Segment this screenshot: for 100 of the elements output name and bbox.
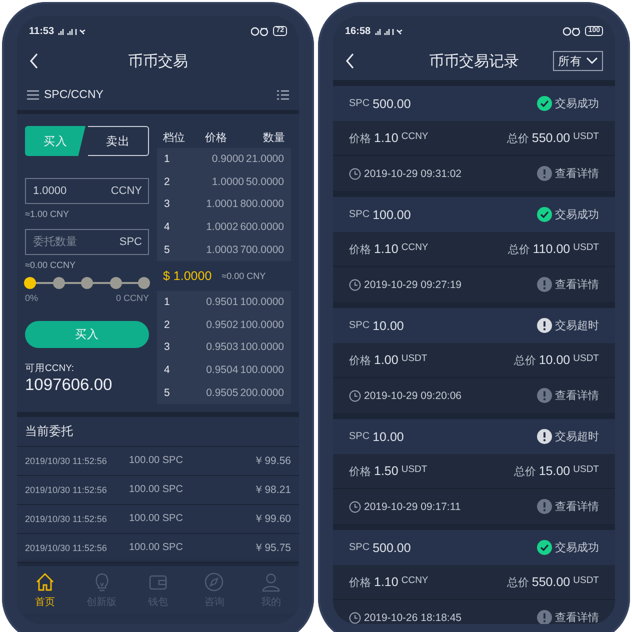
back-icon[interactable] (29, 53, 39, 69)
order-level: 2 (164, 176, 171, 188)
menu-icon[interactable] (27, 90, 39, 100)
order-quantity: 200.0000 (240, 386, 284, 399)
clock-icon (349, 612, 361, 624)
column-header: 价格 (204, 130, 228, 144)
unit-label: CCNY (110, 185, 142, 197)
order-level: 4 (164, 221, 171, 234)
coin-label: SPC (349, 431, 370, 442)
record-card[interactable]: SPC 10.00 交易超时 价格 1.50 USDT 总价 15.00 USDT 2019-10-29 09:17:11 查看详情 (333, 419, 615, 524)
total-unit: USDT (573, 242, 599, 253)
total-label: 总价 (508, 242, 530, 256)
status-label: 交易超时 (555, 318, 599, 333)
order-quantity: 100.0000 (240, 364, 284, 376)
total-label: 总价 (506, 132, 529, 146)
order-level: 3 (164, 198, 171, 210)
order-price: ￥98.21 (254, 482, 291, 497)
order-time: 2019/10/30 11:52:56 (25, 456, 108, 466)
trading-pair[interactable]: SPC/CCNY (44, 89, 104, 101)
order-quantity: 100.0000 (240, 318, 284, 331)
amount-approx: ≈0.00 CCNY (25, 260, 76, 270)
list-icon[interactable] (277, 90, 289, 100)
available-balance: 1097606.00 (25, 376, 114, 395)
last-price: $ 1.0000 (163, 268, 212, 283)
order-price: 0.9504 (205, 364, 240, 376)
trade-amount: 10.00 (372, 318, 404, 332)
price-label: 价格 (349, 576, 371, 590)
nav-tab[interactable]: 首页 (17, 566, 74, 614)
screen-title: 币币交易 (128, 52, 188, 70)
order-level: 2 (164, 318, 171, 331)
record-card[interactable]: SPC 100.00 交易成功 价格 1.10 CCNY 总价 110.00 USDT 2019-10-29 09:27:19 查看详情 (333, 197, 615, 302)
total-unit: USDT (573, 353, 599, 364)
slider-stop[interactable] (81, 277, 93, 289)
total-value: 550.00 (532, 131, 570, 145)
filter-dropdown[interactable]: 所有 (553, 51, 603, 71)
coin-label: SPC (349, 98, 370, 109)
clock-icon (349, 168, 361, 180)
clock-icon (349, 278, 361, 290)
order-price: 0.9501 (205, 296, 240, 308)
slider-thumb[interactable] (24, 277, 36, 289)
order-quantity: 100.0000 (240, 341, 284, 354)
trade-amount: 10.00 (372, 430, 404, 444)
details-link[interactable]: 查看详情 (555, 277, 599, 292)
status-label: 交易成功 (555, 96, 599, 111)
trade-time: 2019-10-29 09:31:02 (364, 168, 462, 180)
slider-stop[interactable] (138, 277, 150, 289)
order-quantity: 50.0000 (246, 176, 284, 188)
trade-amount: 500.00 (372, 96, 411, 110)
last-price-approx: ≈0.00 CNY (222, 270, 266, 281)
order-time: 2019/10/30 11:52:56 (25, 514, 108, 524)
price-label: 价格 (349, 464, 371, 478)
trade-amount: 100.00 (372, 208, 411, 222)
order-level: 1 (164, 153, 171, 166)
order-time: 2019/10/30 11:52:56 (25, 542, 108, 553)
slider-stop[interactable] (110, 277, 122, 289)
status-label: 交易成功 (555, 208, 599, 222)
order-amount: 100.00 SPC (129, 455, 184, 466)
price-value: 1.10 (374, 575, 398, 589)
order-quantity: 21.0000 (246, 153, 284, 166)
details-link[interactable]: 查看详情 (555, 166, 599, 181)
order-price: 1.0000 (210, 176, 246, 188)
total-value: 110.00 (532, 242, 570, 256)
trade-time: 2019-10-29 09:20:06 (364, 390, 462, 402)
order-price: 1.0001 (205, 198, 240, 210)
order-level: 5 (164, 386, 171, 399)
record-card[interactable]: SPC 500.00 交易成功 价格 1.10 CCNY 总价 550.00 USDT 2019-10-29 09:31:02 查看详情 (333, 86, 615, 191)
total-label: 总价 (514, 354, 536, 368)
order-level: 4 (164, 364, 171, 376)
compass-icon (203, 571, 226, 593)
order-level: 3 (164, 341, 171, 354)
details-link[interactable]: 查看详情 (555, 388, 599, 403)
person-icon (260, 571, 282, 593)
side-tab[interactable]: 卖出 (88, 126, 149, 156)
order-time: 2019/10/30 11:52:56 (25, 484, 108, 495)
screen-title: 币币交易记录 (429, 52, 519, 70)
order-amount: 100.00 SPC (129, 484, 184, 496)
order-level: 5 (164, 244, 171, 256)
record-card[interactable]: SPC 10.00 交易超时 价格 1.00 USDT 总价 10.00 USDT 2019-10-29 09:20:06 查看详情 (333, 308, 615, 413)
record-card[interactable]: SPC 500.00 交易成功 价格 1.10 CCNY 总价 550.00 USDT 2019-10-26 18:18:45 查看详情 (333, 530, 615, 624)
details-link[interactable]: 查看详情 (555, 610, 599, 624)
column-header: 档位 (163, 130, 186, 144)
total-label: 总价 (514, 464, 536, 478)
total-value: 10.00 (538, 353, 570, 367)
status-label: 交易成功 (555, 540, 599, 555)
exclamation-circle-icon (537, 388, 552, 403)
order-price: 1.0003 (205, 244, 240, 256)
clock-icon (349, 390, 361, 402)
back-icon[interactable] (345, 53, 355, 69)
price-unit: USDT (401, 353, 428, 364)
trade-time: 2019-10-29 09:27:19 (364, 278, 462, 290)
section-title: 当前委托 (25, 422, 73, 440)
unit-label: SPC (119, 236, 142, 248)
status-time: 16:58 (345, 26, 371, 36)
total-unit: USDT (573, 131, 599, 142)
details-link[interactable]: 查看详情 (555, 499, 599, 514)
order-price: 0.9502 (205, 318, 240, 331)
order-price: 0.9505 (205, 386, 240, 399)
price-label: 价格 (349, 132, 371, 146)
status-label: 交易超时 (555, 430, 599, 444)
slider-stop[interactable] (52, 277, 64, 289)
